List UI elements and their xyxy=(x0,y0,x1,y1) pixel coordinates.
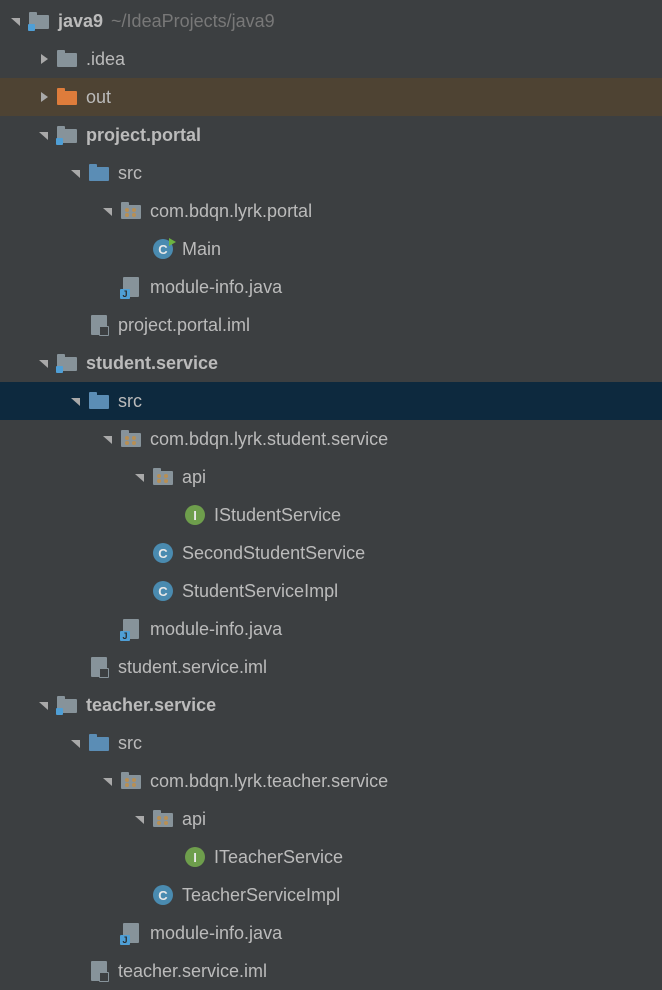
tree-row[interactable]: module-info.java xyxy=(0,268,662,306)
chevron-down-icon[interactable] xyxy=(36,697,52,713)
iml-file-icon xyxy=(88,656,110,678)
tree-row[interactable]: teacher.service.iml xyxy=(0,952,662,990)
class-icon: C xyxy=(152,542,174,564)
tree-row[interactable]: student.service xyxy=(0,344,662,382)
file-label: module-info.java xyxy=(150,619,282,640)
folder-icon xyxy=(56,48,78,70)
iml-file-icon xyxy=(88,960,110,982)
chevron-down-icon[interactable] xyxy=(132,811,148,827)
source-folder-icon xyxy=(88,390,110,412)
interface-icon: I xyxy=(184,846,206,868)
folder-label: src xyxy=(118,733,142,754)
package-label: com.bdqn.lyrk.student.service xyxy=(150,429,388,450)
tree-row[interactable]: src xyxy=(0,724,662,762)
chevron-down-icon[interactable] xyxy=(68,165,84,181)
interface-label: IStudentService xyxy=(214,505,341,526)
chevron-right-icon[interactable] xyxy=(36,89,52,105)
tree-row[interactable]: student.service.iml xyxy=(0,648,662,686)
class-label: SecondStudentService xyxy=(182,543,365,564)
interface-label: ITeacherService xyxy=(214,847,343,868)
file-label: student.service.iml xyxy=(118,657,267,678)
class-icon: C xyxy=(152,884,174,906)
java-file-icon xyxy=(120,618,142,640)
chevron-down-icon[interactable] xyxy=(36,127,52,143)
tree-row[interactable]: C StudentServiceImpl xyxy=(0,572,662,610)
package-label: api xyxy=(182,467,206,488)
module-folder-icon xyxy=(56,694,78,716)
package-icon xyxy=(152,808,174,830)
file-label: project.portal.iml xyxy=(118,315,250,336)
module-label: project.portal xyxy=(86,125,201,146)
module-label: student.service xyxy=(86,353,218,374)
class-label: Main xyxy=(182,239,221,260)
module-folder-icon xyxy=(56,352,78,374)
folder-label: src xyxy=(118,163,142,184)
tree-row[interactable]: project.portal xyxy=(0,116,662,154)
folder-label: src xyxy=(118,391,142,412)
package-icon xyxy=(120,428,142,450)
file-label: module-info.java xyxy=(150,277,282,298)
chevron-down-icon[interactable] xyxy=(132,469,148,485)
tree-row-selected[interactable]: src xyxy=(0,382,662,420)
file-label: teacher.service.iml xyxy=(118,961,267,982)
project-name: java9 xyxy=(58,11,103,32)
tree-row[interactable]: I IStudentService xyxy=(0,496,662,534)
tree-row[interactable]: module-info.java xyxy=(0,610,662,648)
tree-row[interactable]: teacher.service xyxy=(0,686,662,724)
package-icon xyxy=(152,466,174,488)
chevron-down-icon[interactable] xyxy=(8,13,24,29)
tree-row[interactable]: src xyxy=(0,154,662,192)
tree-row[interactable]: out xyxy=(0,78,662,116)
tree-row[interactable]: C SecondStudentService xyxy=(0,534,662,572)
chevron-right-icon[interactable] xyxy=(36,51,52,67)
folder-label: .idea xyxy=(86,49,125,70)
java-file-icon xyxy=(120,276,142,298)
module-folder-icon xyxy=(28,10,50,32)
chevron-down-icon[interactable] xyxy=(36,355,52,371)
source-folder-icon xyxy=(88,732,110,754)
java-file-icon xyxy=(120,922,142,944)
class-icon: C xyxy=(152,580,174,602)
package-icon xyxy=(120,770,142,792)
class-label: StudentServiceImpl xyxy=(182,581,338,602)
tree-row[interactable]: project.portal.iml xyxy=(0,306,662,344)
tree-row[interactable]: C Main xyxy=(0,230,662,268)
package-label: com.bdqn.lyrk.teacher.service xyxy=(150,771,388,792)
folder-icon xyxy=(56,86,78,108)
tree-row[interactable]: C TeacherServiceImpl xyxy=(0,876,662,914)
package-label: com.bdqn.lyrk.portal xyxy=(150,201,312,222)
tree-row[interactable]: com.bdqn.lyrk.portal xyxy=(0,192,662,230)
file-label: module-info.java xyxy=(150,923,282,944)
tree-row[interactable]: com.bdqn.lyrk.student.service xyxy=(0,420,662,458)
chevron-down-icon[interactable] xyxy=(68,393,84,409)
folder-label: out xyxy=(86,87,111,108)
tree-row[interactable]: I ITeacherService xyxy=(0,838,662,876)
chevron-down-icon[interactable] xyxy=(68,735,84,751)
tree-row-root[interactable]: java9 ~/IdeaProjects/java9 xyxy=(0,2,662,40)
package-icon xyxy=(120,200,142,222)
chevron-down-icon[interactable] xyxy=(100,203,116,219)
class-label: TeacherServiceImpl xyxy=(182,885,340,906)
runnable-class-icon: C xyxy=(152,238,174,260)
source-folder-icon xyxy=(88,162,110,184)
package-label: api xyxy=(182,809,206,830)
module-label: teacher.service xyxy=(86,695,216,716)
project-path: ~/IdeaProjects/java9 xyxy=(111,11,275,32)
tree-row[interactable]: api xyxy=(0,800,662,838)
chevron-down-icon[interactable] xyxy=(100,431,116,447)
tree-row[interactable]: com.bdqn.lyrk.teacher.service xyxy=(0,762,662,800)
chevron-down-icon[interactable] xyxy=(100,773,116,789)
module-folder-icon xyxy=(56,124,78,146)
iml-file-icon xyxy=(88,314,110,336)
interface-icon: I xyxy=(184,504,206,526)
tree-row[interactable]: api xyxy=(0,458,662,496)
tree-row[interactable]: .idea xyxy=(0,40,662,78)
tree-row[interactable]: module-info.java xyxy=(0,914,662,952)
